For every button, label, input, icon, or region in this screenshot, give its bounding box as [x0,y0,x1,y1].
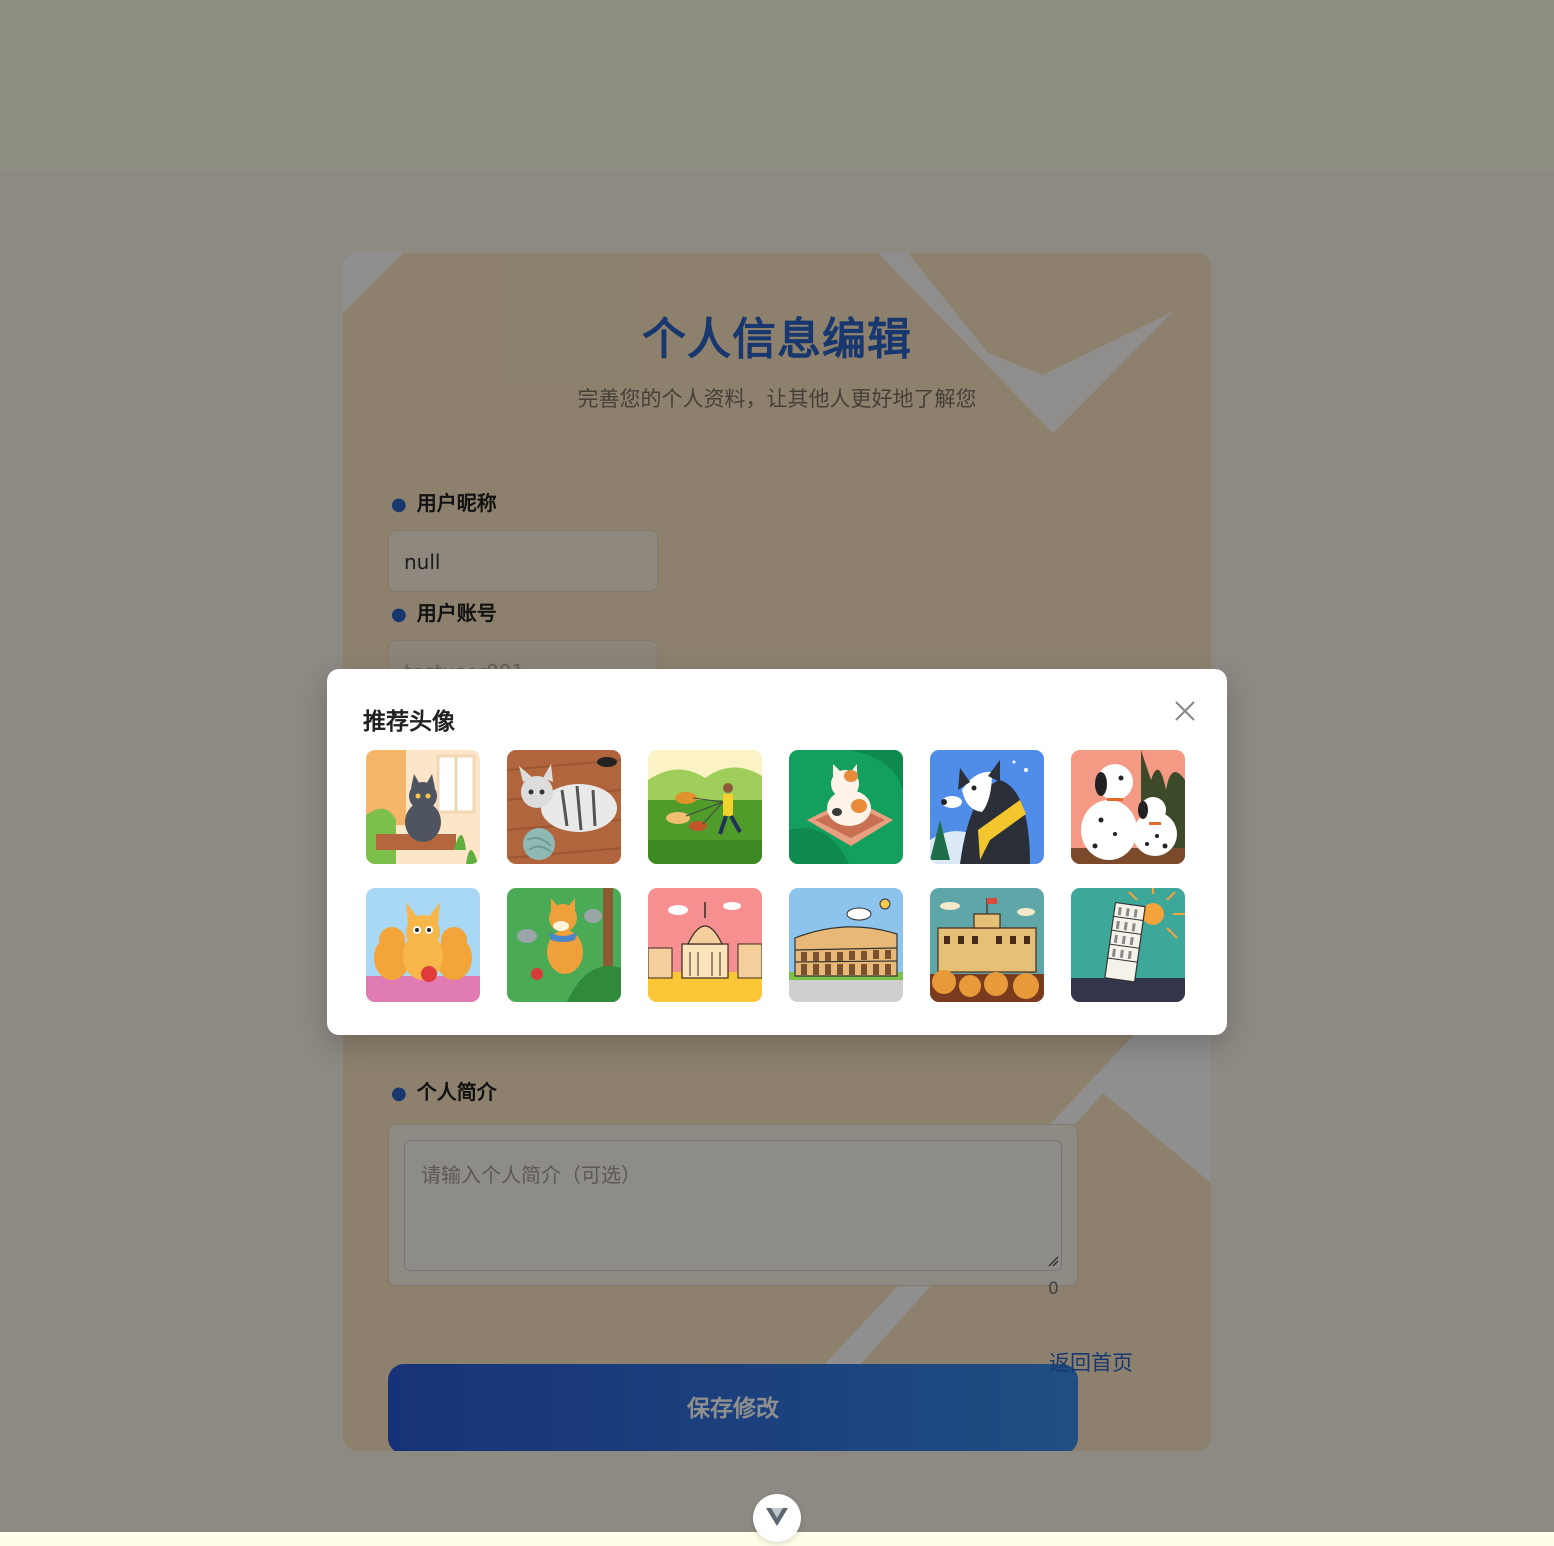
avatar-temple-on-pink[interactable] [648,888,762,1002]
avatar-husky-with-scarf[interactable] [930,750,1044,864]
avatar-colosseum[interactable] [789,888,903,1002]
recommended-avatars-dialog: 推荐头像 [327,669,1227,1035]
close-icon[interactable] [1171,697,1199,725]
floating-logo-button[interactable] [753,1494,801,1542]
avatar-grid [366,750,1196,1002]
dialog-title: 推荐头像 [363,709,455,735]
avatar-calico-cat-in-bed[interactable] [789,750,903,864]
avatar-palace-with-trees[interactable] [930,888,1044,1002]
avatar-leaning-tower-of-pisa[interactable] [1071,888,1185,1002]
avatar-person-walking-dogs[interactable] [648,750,762,864]
avatar-gray-cat-by-window[interactable] [366,750,480,864]
avatar-shiba-inu-dog[interactable] [507,888,621,1002]
avatar-three-orange-cats[interactable] [366,888,480,1002]
avatar-dalmatian-puppies[interactable] [1071,750,1185,864]
vue-logo-icon [766,1508,788,1526]
avatar-tabby-cat-with-yarn[interactable] [507,750,621,864]
